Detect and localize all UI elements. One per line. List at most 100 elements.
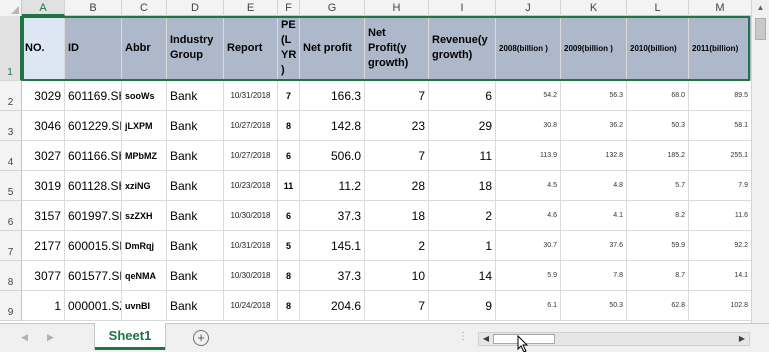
cell-pe[interactable]: 7 [278, 81, 300, 111]
cell-y2011[interactable]: 255.1 [689, 141, 752, 171]
cell-y2010[interactable]: 62.8 [627, 291, 689, 321]
cell-id[interactable]: 601229.SH [65, 111, 122, 141]
row-header-7[interactable]: 7 [0, 231, 22, 261]
cell-y2008[interactable]: 6.1 [496, 291, 561, 321]
cell-abbr[interactable]: jLXPM [122, 111, 167, 141]
cell-id[interactable]: 601166.SH [65, 141, 122, 171]
cell-no[interactable]: 1 [22, 291, 65, 321]
cell-pe[interactable]: 6 [278, 141, 300, 171]
cell-net-profit[interactable]: 37.3 [300, 261, 365, 291]
cell-report[interactable]: 10/31/2018 [224, 231, 278, 261]
cell-y2010[interactable]: 68.0 [627, 81, 689, 111]
cell-abbr[interactable]: DmRqj [122, 231, 167, 261]
cell-y2011[interactable]: 89.5 [689, 81, 752, 111]
row-header-3[interactable]: 3 [0, 111, 22, 141]
cell-np-growth[interactable]: 10 [365, 261, 429, 291]
cell-id[interactable]: 600015.SH [65, 231, 122, 261]
header-cell-net-profit-growth[interactable]: Net Profit(y growth) [365, 16, 429, 81]
cell-no[interactable]: 2177 [22, 231, 65, 261]
column-header-h[interactable]: H [365, 0, 429, 16]
scroll-left-icon[interactable]: ◀ [480, 333, 492, 345]
cell-np-growth[interactable]: 18 [365, 201, 429, 231]
scroll-up-icon[interactable]: ▲ [752, 0, 769, 16]
cell-abbr[interactable]: xziNG [122, 171, 167, 201]
row-header-5[interactable]: 5 [0, 171, 22, 201]
column-header-a[interactable]: A [22, 0, 65, 16]
cell-rev-growth[interactable]: 14 [429, 261, 496, 291]
cell-y2009[interactable]: 4.8 [561, 171, 627, 201]
cell-no[interactable]: 3157 [22, 201, 65, 231]
cell-y2011[interactable]: 14.1 [689, 261, 752, 291]
cell-y2009[interactable]: 4.1 [561, 201, 627, 231]
row-header-9[interactable]: 9 [0, 291, 22, 321]
cell-no[interactable]: 3019 [22, 171, 65, 201]
cell-np-growth[interactable]: 7 [365, 291, 429, 321]
cell-y2010[interactable]: 59.9 [627, 231, 689, 261]
cell-y2008[interactable]: 30.8 [496, 111, 561, 141]
column-header-c[interactable]: C [122, 0, 167, 16]
column-header-e[interactable]: E [224, 0, 278, 16]
header-cell-y2009[interactable]: 2009(billion ) [561, 16, 627, 81]
column-header-l[interactable]: L [627, 0, 689, 16]
column-header-k[interactable]: K [561, 0, 627, 16]
cell-y2009[interactable]: 37.6 [561, 231, 627, 261]
cell-abbr[interactable]: MPbMZ [122, 141, 167, 171]
cell-net-profit[interactable]: 166.3 [300, 81, 365, 111]
cell-y2009[interactable]: 132.8 [561, 141, 627, 171]
row-header-6[interactable]: 6 [0, 201, 22, 231]
row-header-2[interactable]: 2 [0, 81, 22, 111]
cell-id[interactable]: 601577.SH [65, 261, 122, 291]
tab-splitter-handle[interactable]: ⋮ [458, 331, 468, 342]
select-all-button[interactable] [0, 0, 22, 16]
cell-y2008[interactable]: 4.5 [496, 171, 561, 201]
cell-y2011[interactable]: 11.6 [689, 201, 752, 231]
header-cell-industry[interactable]: Industry Group [167, 16, 224, 81]
cell-np-growth[interactable]: 2 [365, 231, 429, 261]
cell-net-profit[interactable]: 204.6 [300, 291, 365, 321]
cell-industry[interactable]: Bank [167, 141, 224, 171]
cell-report[interactable]: 10/24/2018 [224, 291, 278, 321]
cell-no[interactable]: 3029 [22, 81, 65, 111]
cell-industry[interactable]: Bank [167, 231, 224, 261]
cell-y2008[interactable]: 113.9 [496, 141, 561, 171]
header-cell-y2011[interactable]: 2011(billion) [689, 16, 752, 81]
cell-abbr[interactable]: uvnBI [122, 291, 167, 321]
cell-abbr[interactable]: sooWs [122, 81, 167, 111]
cell-np-growth[interactable]: 28 [365, 171, 429, 201]
sheet-tab[interactable]: Sheet1 [95, 323, 165, 350]
row-header-1[interactable]: 1 [0, 16, 22, 81]
cell-y2008[interactable]: 30.7 [496, 231, 561, 261]
cell-y2008[interactable]: 54.2 [496, 81, 561, 111]
cell-no[interactable]: 3046 [22, 111, 65, 141]
cell-rev-growth[interactable]: 9 [429, 291, 496, 321]
cell-industry[interactable]: Bank [167, 291, 224, 321]
vertical-scroll-thumb[interactable] [755, 18, 766, 40]
header-cell-revenue-growth[interactable]: Revenue(y growth) [429, 16, 496, 81]
cell-net-profit[interactable]: 37.3 [300, 201, 365, 231]
header-cell-pe[interactable]: PE (L YR ) [278, 16, 300, 81]
column-header-g[interactable]: G [300, 0, 365, 16]
cell-y2008[interactable]: 5.9 [496, 261, 561, 291]
cell-y2008[interactable]: 4.6 [496, 201, 561, 231]
column-header-d[interactable]: D [167, 0, 224, 16]
cell-report[interactable]: 10/27/2018 [224, 111, 278, 141]
cell-y2010[interactable]: 8.2 [627, 201, 689, 231]
cell-report[interactable]: 10/30/2018 [224, 261, 278, 291]
cell-rev-growth[interactable]: 11 [429, 141, 496, 171]
cell-net-profit[interactable]: 145.1 [300, 231, 365, 261]
cell-net-profit[interactable]: 142.8 [300, 111, 365, 141]
cell-np-growth[interactable]: 7 [365, 81, 429, 111]
cell-industry[interactable]: Bank [167, 111, 224, 141]
scroll-right-icon[interactable]: ▶ [736, 333, 748, 345]
header-cell-y2010[interactable]: 2010(billion) [627, 16, 689, 81]
cell-y2011[interactable]: 92.2 [689, 231, 752, 261]
cell-net-profit[interactable]: 506.0 [300, 141, 365, 171]
cell-id[interactable]: 601128.SH [65, 171, 122, 201]
cell-industry[interactable]: Bank [167, 261, 224, 291]
cell-industry[interactable]: Bank [167, 171, 224, 201]
cell-y2010[interactable]: 8.7 [627, 261, 689, 291]
cell-pe[interactable]: 8 [278, 291, 300, 321]
add-sheet-button[interactable]: + [193, 330, 209, 346]
row-header-4[interactable]: 4 [0, 141, 22, 171]
column-header-j[interactable]: J [496, 0, 561, 16]
